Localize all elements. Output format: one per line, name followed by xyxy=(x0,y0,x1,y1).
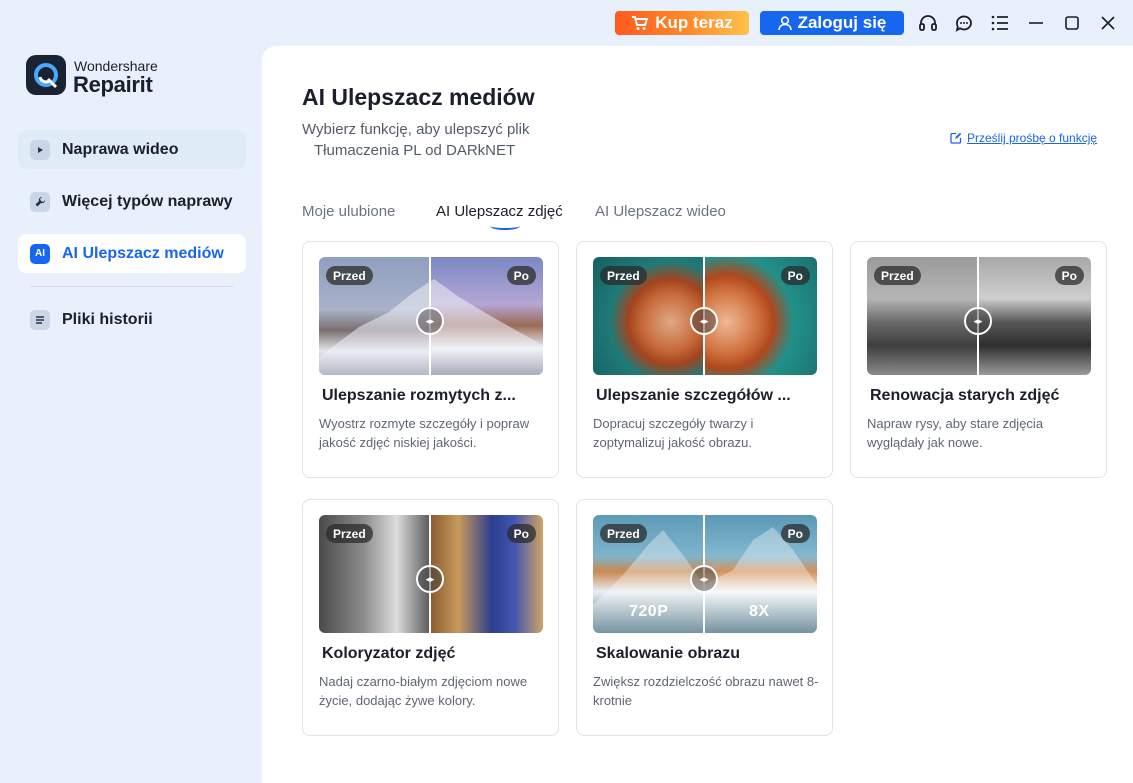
sidebar-item-more-repairs[interactable]: Więcej typów naprawy xyxy=(18,182,246,221)
card-title: Renowacja starych zdjęć xyxy=(870,387,1060,404)
buy-now-label: Kup teraz xyxy=(655,13,733,32)
before-badge: Przed xyxy=(600,266,647,285)
play-icon xyxy=(30,139,50,160)
repairit-logo-icon xyxy=(26,55,66,95)
card-description: Wyostrz rozmyte szczegóły i popraw jakoś… xyxy=(319,416,530,450)
logo-product: Repairit xyxy=(73,72,153,97)
before-after-thumbnail: ◂▸ Przed Po xyxy=(867,257,1091,375)
after-badge: Po xyxy=(780,524,810,543)
card-blurry-photo-enhance[interactable]: ◂▸ Przed Po Ulepszanie rozmytych z... Wy… xyxy=(302,241,559,478)
sidebar-divider xyxy=(30,286,233,287)
before-after-thumbnail: ◂▸ Przed Po 720P 8X xyxy=(593,515,817,633)
ai-icon: AI xyxy=(30,243,50,264)
before-badge: Przed xyxy=(874,266,921,285)
card-description: Napraw rysy, aby stare zdjęcia wyglądały… xyxy=(867,416,1044,450)
after-badge: Po xyxy=(1054,266,1084,285)
compare-slider-handle[interactable]: ◂▸ xyxy=(416,565,444,593)
before-badge: Przed xyxy=(326,266,373,285)
tab-video-enhancer[interactable]: AI Ulepszacz wideo xyxy=(595,203,726,220)
compare-slider-handle[interactable]: ◂▸ xyxy=(690,307,718,335)
before-after-thumbnail: ◂▸ Przed Po xyxy=(319,515,543,633)
login-label: Zaloguj się xyxy=(797,13,887,32)
compare-slider-handle[interactable]: ◂▸ xyxy=(690,565,718,593)
feature-request-link[interactable]: Prześlij prośbę o funkcję xyxy=(950,131,1097,145)
compare-slider-handle[interactable]: ◂▸ xyxy=(416,307,444,335)
headset-support-icon[interactable] xyxy=(917,12,939,34)
resolution-after-label: 8X xyxy=(749,603,770,620)
card-photo-colorizer[interactable]: ◂▸ Przed Po Koloryzator zdjęć Nadaj czar… xyxy=(302,499,559,736)
document-list-icon xyxy=(30,309,50,330)
before-after-thumbnail: ◂▸ Przed Po xyxy=(593,257,817,375)
sidebar-item-label: Naprawa wideo xyxy=(62,140,179,158)
wrench-icon xyxy=(30,191,50,212)
before-after-thumbnail: ◂▸ Przed Po xyxy=(319,257,543,375)
tab-favorites[interactable]: Moje ulubione xyxy=(302,203,395,220)
after-badge: Po xyxy=(506,266,536,285)
translation-credit: Tłumaczenia PL od DARkNET xyxy=(314,142,516,159)
maximize-icon[interactable] xyxy=(1061,12,1083,34)
minimize-icon[interactable] xyxy=(1025,12,1047,34)
card-description: Nadaj czarno-białym zdjęciom nowe życie,… xyxy=(319,674,528,708)
close-icon[interactable] xyxy=(1097,12,1119,34)
login-button[interactable]: Zaloguj się xyxy=(760,11,904,35)
card-face-detail-enhance[interactable]: ◂▸ Przed Po Ulepszanie szczegółów ... Do… xyxy=(576,241,833,478)
page-title: AI Ulepszacz mediów xyxy=(302,84,535,110)
resolution-before-label: 720P xyxy=(629,603,669,620)
sidebar-item-label: Pliki historii xyxy=(62,310,153,328)
card-title: Skalowanie obrazu xyxy=(596,645,741,662)
after-badge: Po xyxy=(506,524,536,543)
sidebar-item-ai-media-enhancer[interactable]: AI AI Ulepszacz mediów xyxy=(18,234,246,273)
card-title: Ulepszanie rozmytych z... xyxy=(322,387,516,404)
main-panel: AI Ulepszacz mediów Wybierz funkcję, aby… xyxy=(262,46,1133,783)
card-title: Koloryzator zdjęć xyxy=(322,645,456,662)
before-badge: Przed xyxy=(600,524,647,543)
card-description: Dopracuj szczegóły twarzy i zoptymalizuj… xyxy=(593,416,754,450)
active-tab-indicator xyxy=(490,222,520,230)
card-description: Zwiększ rozdzielczość obrazu nawet 8-kro… xyxy=(593,674,819,708)
before-badge: Przed xyxy=(326,524,373,543)
user-icon xyxy=(777,15,792,30)
edit-icon xyxy=(950,132,962,144)
sidebar-item-label: Więcej typów naprawy xyxy=(62,192,233,210)
title-bar: Kup teraz Zaloguj się xyxy=(0,0,1133,46)
sidebar-item-video-repair[interactable]: Naprawa wideo xyxy=(18,130,246,169)
page-subtitle: Wybierz funkcję, aby ulepszyć plik xyxy=(302,121,530,138)
card-title: Ulepszanie szczegółów ... xyxy=(596,387,791,404)
buy-now-button[interactable]: Kup teraz xyxy=(615,11,749,35)
app-logo: Wondershare Repairit xyxy=(26,55,166,97)
compare-slider-handle[interactable]: ◂▸ xyxy=(964,307,992,335)
tab-photo-enhancer[interactable]: AI Ulepszacz zdjęć xyxy=(436,203,563,220)
card-old-photo-restore[interactable]: ◂▸ Przed Po Renowacja starych zdjęć Napr… xyxy=(850,241,1107,478)
sidebar-item-label: AI Ulepszacz mediów xyxy=(62,244,224,262)
sidebar-item-history-files[interactable]: Pliki historii xyxy=(18,300,246,339)
cart-icon xyxy=(632,16,649,30)
card-image-upscale[interactable]: ◂▸ Przed Po 720P 8X Skalowanie obrazu Zw… xyxy=(576,499,833,736)
after-badge: Po xyxy=(780,266,810,285)
menu-list-icon[interactable] xyxy=(989,12,1011,34)
chat-feedback-icon[interactable] xyxy=(953,12,975,34)
